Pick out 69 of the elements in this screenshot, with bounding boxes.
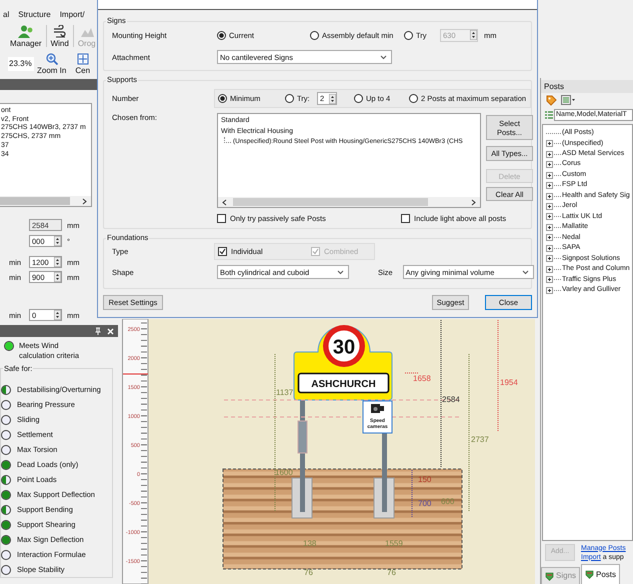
dimension-label: 700 [418,499,432,508]
spin-arrows-icon [54,257,61,267]
expand-icon [546,140,553,148]
expand-icon [546,224,553,231]
tag-icon [546,94,557,106]
scroll-right-icon [471,198,476,206]
place-name: ASHCHURCH [311,379,376,390]
toolbar-button[interactable]: Zoom In [36,52,68,76]
filter-list-icon [544,110,553,119]
zoom-field[interactable]: 23.3% [8,57,34,71]
checkmark-icon [312,248,319,255]
dimension-label: 150 [418,475,432,484]
spin-arrows-icon [54,310,61,320]
speed-limit-number: 30 [332,336,356,358]
close-icon [107,328,114,334]
expand-icon [546,266,553,273]
expand-icon [546,213,553,220]
dimension-label: 2737 [471,435,489,444]
dimension-label: 600 [441,497,454,506]
toolbar-button[interactable]: Cen [74,52,92,76]
pin-icon [95,327,101,335]
dimension-label: 76 [387,568,396,577]
panel-title: Posts [541,80,633,93]
tree-line [224,136,231,143]
menu-item[interactable]: Structure [18,10,51,20]
expand-icon [546,276,553,284]
dimension-line [404,372,418,374]
spin-arrows-icon [470,30,477,40]
dimension-label: 2584 [442,395,460,404]
expand-icon [546,150,553,158]
list-icon [561,95,575,105]
panel-tab[interactable]: Posts [581,564,620,584]
expand-icon [546,192,553,200]
sign-icon [545,572,554,580]
caret-icon [522,270,529,274]
scroll-right-icon [82,198,87,204]
menu-item[interactable]: Import/ [60,10,85,20]
camera-sign-plate [362,400,392,434]
spin-arrows-icon [54,272,61,282]
caret-icon [380,54,387,60]
sign-icon [585,570,594,579]
scrollbar[interactable] [0,196,91,206]
dimension-label: 1954 [500,378,518,387]
zoom-in-icon [46,52,58,64]
expand-icon [546,182,553,190]
people-icon [18,25,34,38]
expand-icon [546,161,553,168]
checkmark-icon [219,248,226,255]
scrollbar[interactable] [218,197,480,207]
expand-icon [546,286,553,294]
dimension-label: 1137 [276,388,294,397]
dimension-label: 1658 [413,374,431,383]
toolbar-button[interactable]: Manager [8,22,44,50]
dimension-label: 1600 [275,468,293,477]
spin-arrows-icon [54,236,61,246]
expand-icon [546,255,553,262]
caret-icon [337,270,344,274]
spin-arrows-icon [329,94,336,104]
scroll-left-icon [222,198,227,206]
camera-icon [371,404,384,413]
center-icon [76,52,89,64]
dimension-label: 76 [304,568,313,577]
expand-icon [546,172,553,179]
wind-icon [52,25,67,38]
toolbar-button[interactable]: Wind [48,22,71,50]
menu-item[interactable]: al [3,10,10,20]
expand-icon [546,244,553,252]
expand-icon [546,234,553,242]
expand-icon [546,203,553,210]
